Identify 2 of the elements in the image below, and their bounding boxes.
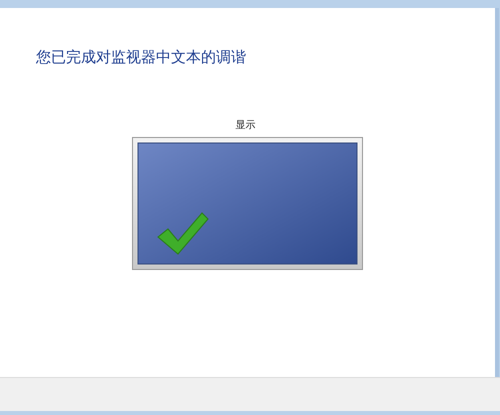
page-heading: 您已完成对监视器中文本的调谐 (36, 48, 246, 66)
monitor-label: 显示 (236, 119, 256, 133)
